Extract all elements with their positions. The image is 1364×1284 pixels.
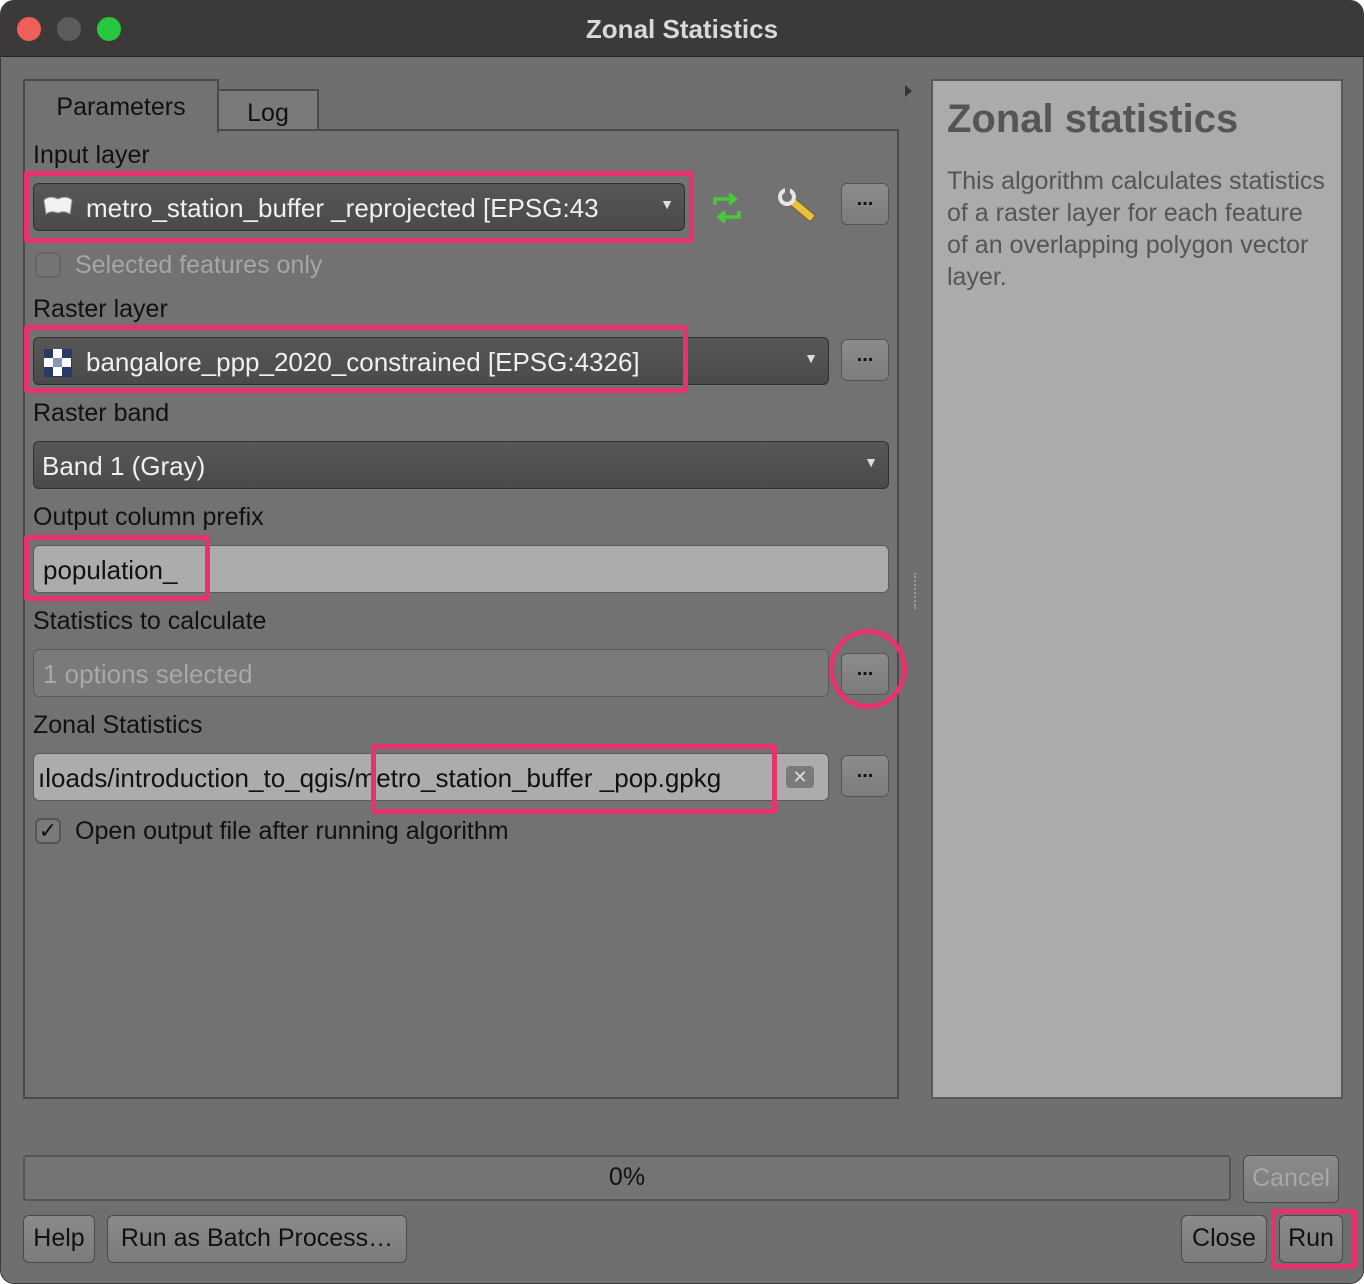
tab-parameters[interactable]: Parameters	[23, 79, 219, 133]
input-layer-options-button[interactable]: ...	[841, 183, 889, 225]
selected-only-checkbox[interactable]	[35, 252, 61, 278]
help-panel: Zonal statistics This algorithm calculat…	[931, 79, 1343, 1099]
statistics-field[interactable]: 1 options selected	[33, 649, 829, 697]
raster-layer-highlight	[24, 325, 688, 393]
zonal-output-dir: ıloads/introduction_to_qgis	[38, 763, 348, 793]
open-output-label: Open output file after running algorithm	[75, 817, 509, 845]
statistics-button-highlight	[829, 629, 907, 709]
title-bar: Zonal Statistics	[1, 1, 1363, 57]
tab-log[interactable]: Log	[217, 89, 319, 131]
output-prefix-label: Output column prefix	[33, 503, 264, 531]
help-body: This algorithm calculates statistics of …	[947, 167, 1325, 291]
progress-text: 0%	[608, 1163, 646, 1191]
help-title: Zonal statistics	[947, 97, 1239, 141]
splitter-handle[interactable]	[914, 573, 918, 609]
input-layer-highlight	[24, 171, 694, 243]
run-batch-button[interactable]: Run as Batch Process…	[107, 1215, 407, 1263]
raster-band-label: Raster band	[33, 399, 170, 427]
collapse-help-arrow-icon[interactable]	[905, 85, 912, 97]
zonal-output-options-button[interactable]: ...	[841, 755, 889, 797]
refresh-icon[interactable]	[707, 191, 747, 225]
input-layer-label: Input layer	[33, 141, 150, 169]
close-button[interactable]: Close	[1181, 1215, 1267, 1263]
statistics-value: 1 options selected	[43, 659, 253, 689]
wrench-icon[interactable]	[777, 187, 821, 229]
zonal-output-label: Zonal Statistics	[33, 711, 203, 739]
chevron-down-icon: ▼	[804, 350, 818, 366]
raster-layer-label: Raster layer	[33, 295, 168, 323]
clear-field-icon[interactable]: ✕	[786, 766, 814, 788]
statistics-label: Statistics to calculate	[33, 607, 267, 635]
raster-layer-options-button[interactable]: ...	[841, 339, 889, 381]
zonal-output-highlight	[371, 744, 777, 814]
raster-band-value: Band 1 (Gray)	[42, 451, 206, 481]
run-button-highlight	[1271, 1209, 1357, 1269]
progress-bar: 0%	[23, 1155, 1231, 1201]
chevron-down-icon: ▼	[864, 454, 878, 470]
window-title: Zonal Statistics	[585, 14, 779, 44]
output-prefix-highlight	[24, 535, 210, 601]
raster-band-combo[interactable]: Band 1 (Gray) ▼	[33, 441, 889, 489]
open-output-checkbox[interactable]: ✓	[35, 818, 61, 844]
help-button[interactable]: Help	[23, 1215, 95, 1263]
zonal-statistics-window: Zonal Statistics Parameters Log Input la…	[0, 0, 1364, 1284]
selected-only-label: Selected features only	[75, 251, 323, 279]
cancel-button[interactable]: Cancel	[1243, 1155, 1339, 1203]
